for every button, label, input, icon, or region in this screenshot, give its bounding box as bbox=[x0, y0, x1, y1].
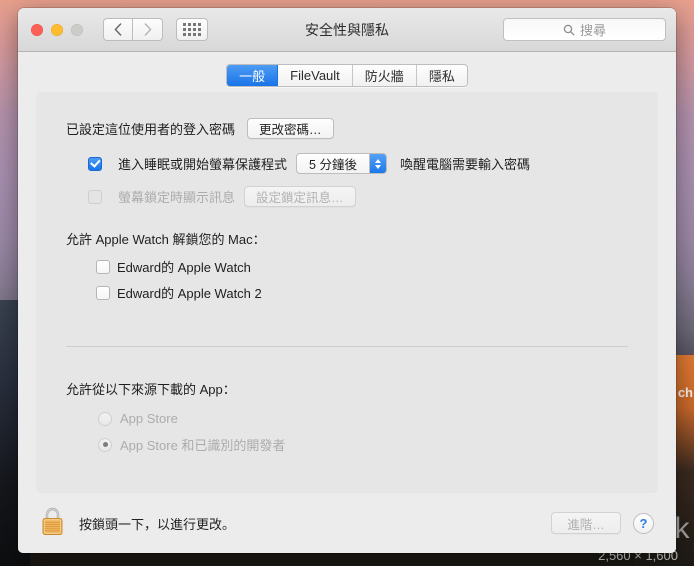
forward-button[interactable] bbox=[133, 18, 163, 41]
apple-watch-2-checkbox[interactable] bbox=[96, 285, 110, 300]
section-divider bbox=[66, 346, 628, 347]
lock-message-label: 螢幕鎖定時顯示訊息 bbox=[118, 190, 236, 205]
lock-message-row: 螢幕鎖定時顯示訊息 設定鎖定訊息… bbox=[66, 186, 628, 207]
apple-watch-device-row: Edward的 Apple Watch bbox=[66, 257, 628, 276]
apple-watch-1-checkbox[interactable] bbox=[96, 259, 110, 274]
show-all-button[interactable] bbox=[176, 18, 208, 41]
app-store-identified-developers-label: App Store 和已識別的開發者 bbox=[120, 438, 286, 453]
window-bottom-bar: 按鎖頭一下，以進行更改。 進階… ? bbox=[18, 493, 676, 553]
window-controls bbox=[31, 23, 83, 36]
app-download-section: 允許從以下來源下載的 App： App Store App Store 和已識別… bbox=[66, 379, 628, 454]
password-delay-value: 5 分鐘後 bbox=[309, 158, 357, 172]
login-password-label: 已設定這位使用者的登入密碼 bbox=[66, 122, 236, 137]
tab-firewall[interactable]: 防火牆 bbox=[352, 64, 417, 86]
require-password-label-after: 喚醒電腦需要輸入密碼 bbox=[399, 157, 530, 172]
navigation-buttons bbox=[103, 18, 163, 41]
login-password-row: 已設定這位使用者的登入密碼 更改密碼… bbox=[66, 118, 628, 139]
tab-general[interactable]: 一般 bbox=[227, 64, 279, 86]
padlock-locked-icon[interactable] bbox=[40, 505, 65, 542]
tab-bar: 一般 FileVault 防火牆 隱私 bbox=[18, 52, 676, 92]
minimize-button[interactable] bbox=[51, 23, 63, 36]
help-button[interactable]: ? bbox=[633, 512, 654, 534]
search-input[interactable]: 搜尋 bbox=[503, 18, 666, 41]
stepper-up-down-icon[interactable] bbox=[368, 154, 386, 173]
app-store-label: App Store bbox=[120, 411, 178, 426]
app-store-radio bbox=[98, 411, 112, 426]
require-password-row: 進入睡眠或開始螢幕保護程式 5 分鐘後 喚醒電腦需要輸入密碼 bbox=[66, 153, 628, 174]
app-source-option-row: App Store 和已識別的開發者 bbox=[66, 435, 628, 454]
chevron-left-icon bbox=[114, 23, 122, 36]
apple-watch-1-label: Edward的 Apple Watch bbox=[117, 260, 251, 275]
desktop-background: ch unwire.hk 2,560 × 1,600 bbox=[0, 0, 694, 566]
require-password-label-before: 進入睡眠或開始螢幕保護程式 bbox=[118, 157, 288, 172]
app-source-option-row: App Store bbox=[66, 411, 628, 426]
window-titlebar: 安全性與隱私 搜尋 bbox=[18, 8, 676, 52]
password-delay-select[interactable]: 5 分鐘後 bbox=[296, 153, 387, 174]
search-icon bbox=[563, 24, 575, 35]
close-button[interactable] bbox=[31, 23, 43, 36]
search-placeholder: 搜尋 bbox=[579, 23, 606, 38]
chevron-right-icon bbox=[144, 23, 151, 36]
grid-dots-icon bbox=[183, 23, 201, 36]
apple-watch-section: 允許 Apple Watch 解鎖您的 Mac： Edward的 Apple W… bbox=[66, 229, 628, 302]
apple-watch-title: 允許 Apple Watch 解鎖您的 Mac： bbox=[66, 232, 266, 247]
set-lock-message-button: 設定鎖定訊息… bbox=[244, 186, 356, 207]
security-privacy-window: 安全性與隱私 搜尋 一般 FileVault 防火牆 隱私 已設定這位使用者的登… bbox=[18, 8, 676, 553]
tab-filevault[interactable]: FileVault bbox=[278, 64, 353, 86]
general-settings-panel: 已設定這位使用者的登入密碼 更改密碼… 進入睡眠或開始螢幕保護程式 5 分鐘後 … bbox=[36, 92, 658, 493]
change-password-button[interactable]: 更改密碼… bbox=[247, 118, 334, 139]
app-store-identified-developers-radio bbox=[98, 437, 112, 452]
apple-watch-2-label: Edward的 Apple Watch 2 bbox=[117, 286, 262, 301]
advanced-button: 進階… bbox=[551, 512, 621, 534]
zoom-button bbox=[71, 23, 83, 36]
apple-watch-device-row: Edward的 Apple Watch 2 bbox=[66, 283, 628, 302]
back-button[interactable] bbox=[103, 18, 133, 41]
bottom-bar-actions: 進階… ? bbox=[551, 512, 654, 534]
lock-instruction-text: 按鎖頭一下，以進行更改。 bbox=[79, 516, 236, 532]
tab-privacy[interactable]: 隱私 bbox=[416, 64, 467, 86]
lock-message-checkbox bbox=[88, 189, 102, 204]
require-password-checkbox[interactable] bbox=[88, 156, 102, 171]
app-download-title: 允許從以下來源下載的 App： bbox=[66, 382, 236, 397]
